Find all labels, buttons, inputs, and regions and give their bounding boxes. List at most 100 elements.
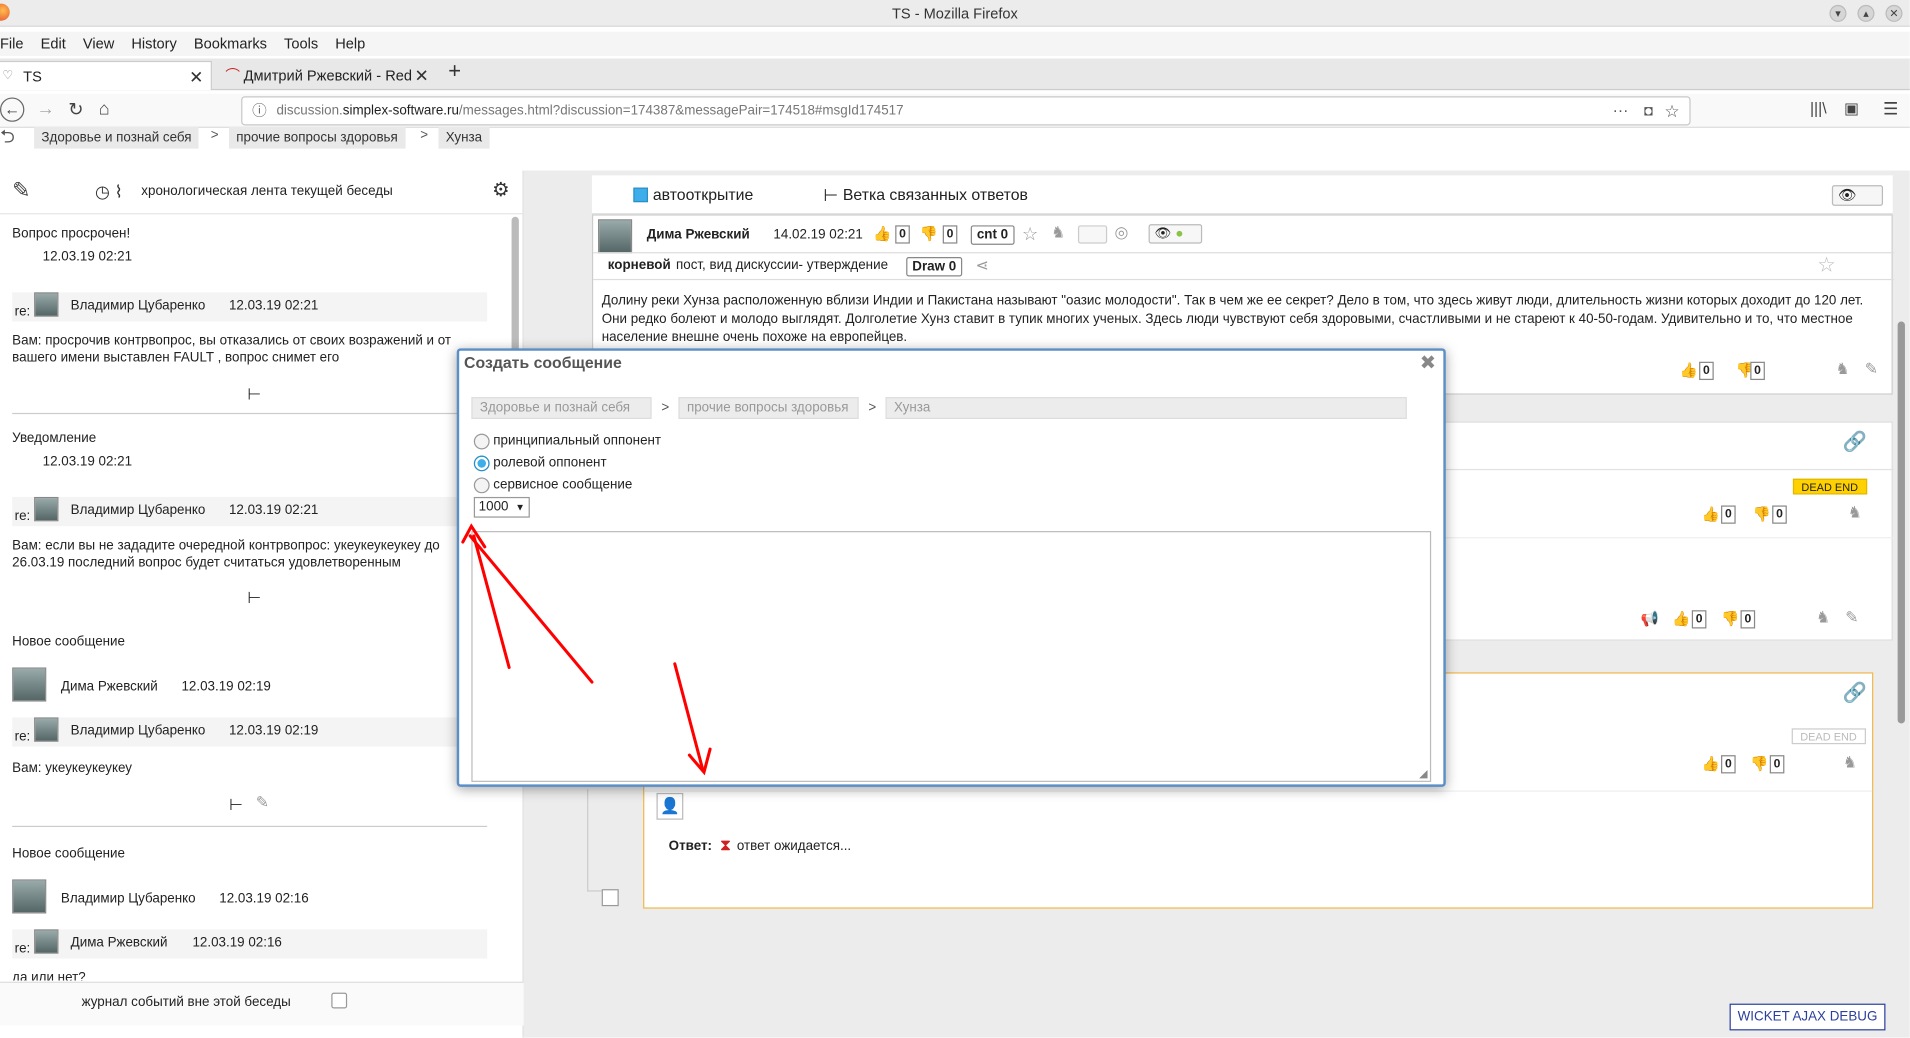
avatar[interactable] [34, 292, 59, 317]
cnt-button[interactable]: cnt 0 [970, 225, 1015, 245]
favorite-star-icon[interactable]: ☆ [1817, 253, 1836, 277]
event-author[interactable]: Дима Ржевский [71, 935, 168, 950]
breadcrumb-item[interactable]: прочие вопросы здоровья [228, 126, 406, 149]
thumbs-down-icon[interactable]: 👎 [920, 225, 938, 242]
link-icon[interactable]: 🔗 [1843, 681, 1867, 705]
hide-icon[interactable]: ◎ [1114, 223, 1128, 242]
radio-role-opponent[interactable] [473, 455, 490, 472]
external-events-label: журнал событий вне этой беседы [81, 995, 291, 1010]
autoopen-checkbox[interactable] [633, 187, 648, 203]
branch-label[interactable]: Ветка связанных ответов [843, 185, 1028, 203]
message-textarea[interactable]: ◢ [471, 531, 1432, 782]
thumbs-down-icon[interactable]: 👎 [1721, 610, 1739, 627]
wicket-ajax-debug-button[interactable]: WICKET AJAX DEBUG [1729, 1003, 1886, 1031]
share-icon[interactable]: ⋖ [976, 256, 989, 275]
thumbs-down-icon[interactable]: 👎 [1750, 755, 1768, 772]
megaphone-icon[interactable]: 📢 [1641, 610, 1659, 627]
thumbs-up-icon[interactable]: 👍 [1702, 755, 1720, 772]
dog-icon[interactable]: ♞ [1843, 753, 1857, 772]
branch-icon[interactable]: ⊢ [247, 588, 261, 607]
edit-icon[interactable]: ✎ [1865, 359, 1878, 378]
flag-button[interactable] [1077, 225, 1108, 244]
avatar[interactable] [34, 929, 59, 954]
back-icon[interactable]: ← [0, 97, 25, 122]
filter-settings-icon[interactable]: ⚙ [492, 178, 509, 202]
home-icon[interactable]: ⌂ [99, 99, 110, 120]
visibility-button[interactable]: 👁 ● [1148, 224, 1203, 244]
dialog-breadcrumb-item: Хунза [885, 397, 1407, 419]
event-author[interactable]: Владимир Цубаренко [71, 723, 206, 738]
paperclip-icon: ⌇ [114, 181, 123, 201]
link-icon[interactable]: 🔗 [1843, 430, 1867, 454]
event-sender[interactable]: Дима Ржевский [61, 680, 158, 695]
event-author[interactable]: Владимир Цубаренко [71, 298, 206, 313]
menu-tools[interactable]: Tools [284, 32, 318, 56]
minimize-button[interactable]: ▾ [1829, 4, 1847, 22]
site-info-icon[interactable]: ⓘ [252, 97, 267, 124]
tab-profile[interactable]: ⌒ Дмитрий Ржевский - Red ✕ [219, 61, 436, 90]
menu-view[interactable]: View [83, 32, 114, 56]
view-toggle-button[interactable]: 👁 [1831, 185, 1884, 206]
thumbs-up-icon[interactable]: 👍 [1672, 610, 1690, 627]
breadcrumb-separator: > [210, 127, 219, 143]
avatar[interactable] [598, 219, 633, 254]
avatar[interactable] [34, 717, 59, 742]
close-window-button[interactable]: ✕ [1885, 4, 1903, 22]
close-tab-icon[interactable]: ✕ [414, 61, 428, 90]
close-dialog-icon[interactable]: ✖ [1420, 351, 1436, 375]
dog-icon[interactable]: ♞ [1816, 608, 1830, 627]
menu-edit[interactable]: Edit [41, 32, 66, 56]
tab-ts[interactable]: ♡ TS ✕ [0, 60, 212, 91]
sidebar-icon[interactable]: ▣ [1844, 99, 1859, 118]
event-sender[interactable]: Владимир Цубаренко [61, 892, 196, 907]
dog-icon[interactable]: ♞ [1848, 503, 1862, 522]
external-events-checkbox[interactable] [331, 992, 348, 1009]
dog-icon[interactable]: ♞ [1836, 359, 1850, 378]
resize-handle-icon[interactable]: ◢ [1419, 767, 1427, 780]
edit-icon[interactable]: ✎ [1845, 608, 1858, 627]
new-tab-icon[interactable]: + [448, 58, 461, 84]
radio-principal-opponent[interactable] [473, 433, 490, 450]
branch-icon[interactable]: ⊢ [247, 385, 261, 404]
thumbs-up-icon[interactable]: 👍 [873, 225, 891, 242]
avatar[interactable] [34, 496, 59, 522]
avatar[interactable]: 👤 [656, 792, 684, 820]
edit-icon[interactable]: ✎ [256, 793, 269, 812]
avatar[interactable] [12, 667, 47, 702]
breadcrumb-item[interactable]: Здоровье и познай себя [34, 126, 199, 149]
radio-service-message[interactable] [473, 477, 490, 494]
star-icon[interactable]: ☆ [1022, 223, 1038, 245]
branch-icon[interactable]: ⊢ [229, 795, 243, 814]
answer-status: ответ ожидается... [736, 839, 852, 854]
menu-history[interactable]: History [131, 32, 176, 56]
event-author[interactable]: Владимир Цубаренко [71, 503, 206, 518]
limit-select[interactable]: 1000 ▼ [473, 496, 530, 518]
maximize-button[interactable]: ▴ [1857, 4, 1875, 22]
dog-icon[interactable]: ♞ [1051, 223, 1065, 242]
bookmark-star-icon[interactable]: ☆ [1664, 97, 1679, 124]
forward-icon[interactable]: → [37, 99, 55, 120]
thumbs-down-icon[interactable]: 👎 [1753, 505, 1771, 522]
return-icon[interactable]: ⮌ [0, 124, 15, 154]
thumbs-up-icon[interactable]: 👍 [1702, 505, 1720, 522]
reload-icon[interactable]: ↻ [68, 99, 83, 121]
likes-count: 0 [1721, 505, 1736, 524]
thumbs-up-icon[interactable]: 👍 [1680, 362, 1698, 379]
url-bar[interactable]: ⓘ discussion.simplex-software.ru/message… [241, 96, 1691, 126]
library-icon[interactable]: |||\ [1810, 99, 1827, 117]
menu-file[interactable]: File [0, 32, 24, 56]
breadcrumb-item[interactable]: Хунза [438, 126, 490, 149]
page-actions-icon[interactable]: ··· [1613, 97, 1629, 124]
expand-checkbox[interactable] [601, 889, 619, 907]
page-scrollbar[interactable] [1897, 321, 1905, 724]
menu-bookmarks[interactable]: Bookmarks [194, 32, 267, 56]
pencil-icon[interactable]: ✎ [12, 178, 30, 204]
pocket-icon[interactable]: ◘ [1644, 97, 1653, 124]
draw-button[interactable]: Draw 0 [906, 256, 963, 277]
event-text: Вам: если вы не зададите очередной контр… [12, 538, 440, 571]
menu-help[interactable]: Help [335, 32, 365, 56]
post-author[interactable]: Дима Ржевский [647, 228, 750, 243]
hamburger-menu-icon[interactable]: ☰ [1883, 99, 1898, 120]
avatar[interactable] [12, 879, 47, 914]
close-tab-icon[interactable]: ✕ [189, 62, 203, 90]
